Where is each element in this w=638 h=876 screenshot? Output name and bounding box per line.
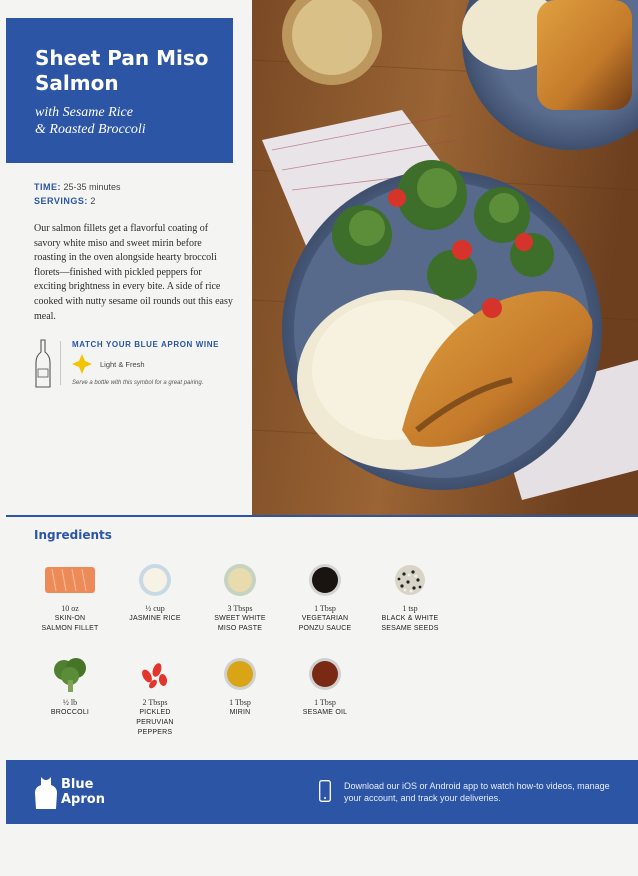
ingredient-mirin: 1 Tbsp MIRIN bbox=[195, 654, 285, 718]
ingredient-ponzu: 1 Tbsp VEGETARIAN PONZU SAUCE bbox=[280, 560, 370, 634]
title-block: Sheet Pan Miso Salmon with Sesame Rice &… bbox=[6, 18, 233, 163]
ingredient-qty: ½ lb bbox=[62, 698, 78, 707]
ingredients-title: Ingredients bbox=[34, 528, 112, 542]
sesame-oil-bowl-icon bbox=[309, 658, 341, 690]
wine-note: Serve a bottle with this symbol for a gr… bbox=[72, 380, 204, 386]
time-value: 25-35 minutes bbox=[63, 182, 121, 192]
ingredient-qty: 2 Tbsps bbox=[142, 698, 168, 707]
ingredient-name: PERUVIAN bbox=[136, 719, 174, 726]
ingredient-name: BLACK & WHITE bbox=[381, 615, 439, 622]
wine-pairing: MATCH YOUR BLUE APRON WINE Light & Fresh… bbox=[34, 339, 239, 399]
ponzu-bowl-icon bbox=[309, 564, 341, 596]
miso-bowl-icon bbox=[224, 564, 256, 596]
brand-logo[interactable]: Blue Apron bbox=[61, 777, 105, 807]
wine-style-label: Light & Fresh bbox=[100, 360, 145, 369]
ingredient-name: SESAME OIL bbox=[302, 709, 348, 716]
servings-value: 2 bbox=[90, 196, 96, 206]
time-label: TIME: bbox=[34, 182, 61, 192]
servings-label: SERVINGS: bbox=[34, 196, 88, 206]
broccoli-icon bbox=[54, 658, 86, 692]
ingredient-salmon: 10 oz SKIN-ON SALMON FILLET bbox=[25, 560, 115, 634]
subtitle-line-1: with Sesame Rice bbox=[35, 105, 133, 120]
rice-bowl-icon bbox=[139, 564, 171, 596]
recipe-description: Our salmon fillets get a flavorful coati… bbox=[34, 223, 233, 322]
ingredient-sesame-oil: 1 Tbsp SESAME OIL bbox=[280, 654, 370, 718]
wine-bottle-icon bbox=[35, 339, 51, 388]
ingredient-name: JASMINE RICE bbox=[129, 615, 181, 622]
ingredient-name: SALMON FILLET bbox=[41, 625, 99, 632]
recipe-card: Sheet Pan Miso Salmon with Sesame Rice &… bbox=[0, 0, 638, 876]
wine-title: MATCH YOUR BLUE APRON WINE bbox=[72, 340, 220, 349]
time-row: TIME: 25-35 minutes bbox=[34, 180, 121, 194]
ingredient-qty: 1 Tbsp bbox=[229, 698, 251, 707]
salmon-fillet-icon bbox=[45, 567, 95, 593]
phone-icon bbox=[319, 780, 331, 802]
ingredient-name: BROCCOLI bbox=[50, 709, 90, 716]
ingredient-rice: ½ cup JASMINE RICE bbox=[110, 560, 200, 624]
ingredient-qty: 3 Tbsps bbox=[227, 604, 253, 613]
ingredient-peppers: 2 Tbsps PICKLED PERUVIAN PEPPERS bbox=[110, 654, 200, 738]
apron-logo-icon bbox=[35, 777, 57, 809]
ingredient-qty: 1 tsp bbox=[402, 604, 418, 613]
ingredient-name: SESAME SEEDS bbox=[381, 625, 439, 632]
ingredient-name: SWEET WHITE bbox=[214, 615, 266, 622]
ingredient-qty: 1 Tbsp bbox=[314, 698, 336, 707]
recipe-title: Sheet Pan Miso Salmon bbox=[35, 46, 209, 95]
ingredient-name: MISO PASTE bbox=[217, 625, 263, 632]
recipe-meta: TIME: 25-35 minutes SERVINGS: 2 bbox=[34, 180, 121, 208]
brand-line-1: Blue bbox=[61, 777, 94, 792]
ingredient-miso: 3 Tbsps SWEET WHITE MISO PASTE bbox=[195, 560, 285, 634]
ingredient-broccoli: ½ lb BROCCOLI bbox=[25, 654, 115, 718]
ingredient-name: PEPPERS bbox=[137, 729, 173, 736]
ingredient-name: PONZU SAUCE bbox=[298, 625, 352, 632]
ingredient-name: PICKLED bbox=[139, 709, 171, 716]
ingredient-name: SKIN-ON bbox=[54, 615, 86, 622]
recipe-subtitle: with Sesame Rice & Roasted Broccoli bbox=[35, 104, 219, 138]
ingredient-sesame-seeds: 1 tsp BLACK & WHITE SESAME SEEDS bbox=[365, 560, 455, 634]
wine-divider bbox=[60, 341, 61, 385]
ingredient-name: MIRIN bbox=[229, 709, 251, 716]
section-divider bbox=[6, 515, 638, 517]
ingredient-qty: 10 oz bbox=[61, 604, 79, 613]
subtitle-line-2: & Roasted Broccoli bbox=[35, 122, 146, 137]
brand-line-2: Apron bbox=[61, 792, 105, 807]
peppers-icon bbox=[142, 663, 168, 689]
ingredient-qty: 1 Tbsp bbox=[314, 604, 336, 613]
sesame-seeds-icon bbox=[395, 565, 425, 595]
app-download-message: Download our iOS or Android app to watch… bbox=[344, 781, 610, 803]
mirin-bowl-icon bbox=[224, 658, 256, 690]
dish-photo bbox=[252, 0, 638, 515]
four-point-star-icon bbox=[72, 354, 92, 374]
ingredient-name: VEGETARIAN bbox=[301, 615, 349, 622]
ingredient-qty: ½ cup bbox=[145, 604, 165, 613]
servings-row: SERVINGS: 2 bbox=[34, 194, 121, 208]
footer-bar: Blue Apron Download our iOS or Android a… bbox=[6, 760, 638, 824]
